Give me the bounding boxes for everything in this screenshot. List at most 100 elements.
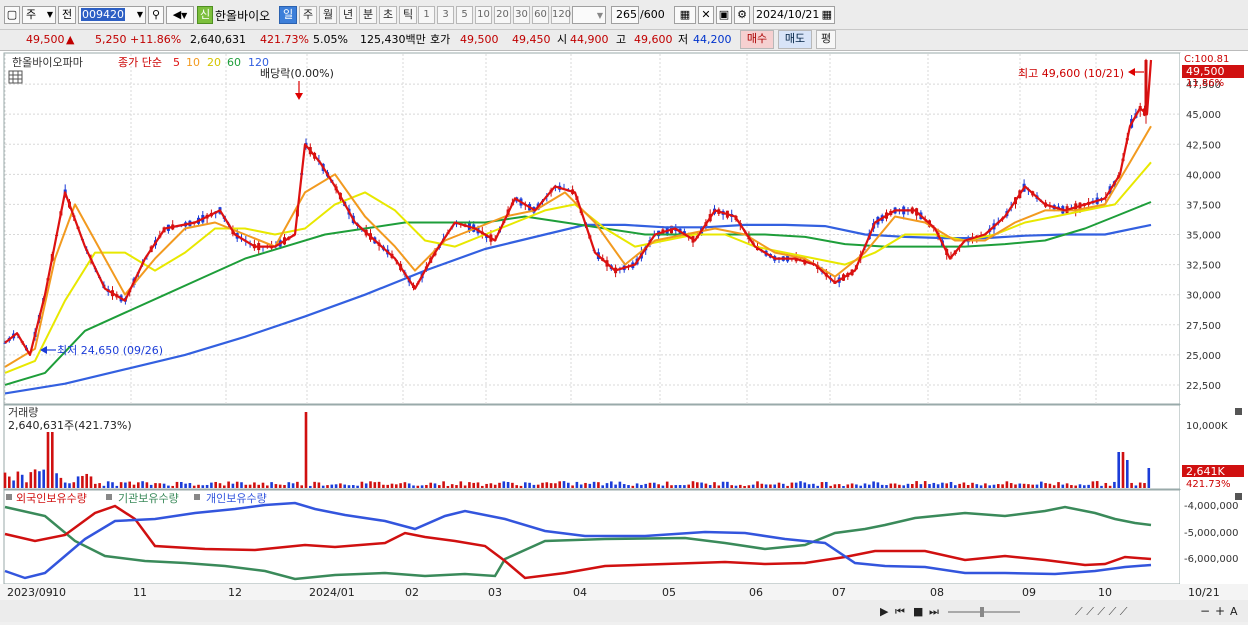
volume-bar [605, 483, 609, 488]
scroll-start-icon[interactable]: ⏮ [895, 605, 905, 618]
volume-bar [76, 476, 80, 488]
chart-svg[interactable]: 한올바이오파마 종가 단순 5 10 20 60 120 배당락(0.00%) … [0, 51, 1248, 622]
volume-bar [231, 483, 235, 488]
volume-close-icon[interactable] [1235, 408, 1242, 415]
volume-bar [786, 485, 789, 488]
period-minute[interactable]: 분 [359, 6, 377, 24]
volume-bar [1138, 482, 1142, 488]
period-month[interactable]: 월 [319, 6, 337, 24]
volume-bar [25, 482, 28, 488]
gear-icon[interactable]: ⚙ [734, 6, 750, 24]
volume-bar [975, 484, 979, 488]
volume-bar [601, 485, 604, 488]
volume-bar [1009, 483, 1013, 488]
interval-3[interactable]: 3 [437, 6, 454, 24]
zoom-out-icon[interactable]: − [1200, 604, 1210, 618]
interval-5[interactable]: 5 [456, 6, 473, 24]
count-input[interactable]: 265 [611, 6, 639, 24]
table-icon[interactable] [8, 70, 23, 84]
volume-bar [928, 484, 931, 488]
interval-30[interactable]: 30 [513, 6, 530, 24]
interval-120[interactable]: 120 [551, 6, 571, 24]
scroll-end-icon[interactable]: ⏭ [929, 605, 939, 618]
volume-bar [141, 481, 144, 488]
volume-bar [536, 484, 540, 488]
drawing-tools-icon[interactable]: ⟋ ⟋ ⟋ ⟋ ⟋ [1075, 605, 1128, 618]
volume-bar [506, 481, 510, 488]
volume-bar [575, 481, 579, 488]
period-week[interactable]: 주 [299, 6, 317, 24]
volume-bar [128, 481, 131, 488]
font-size-icon[interactable]: A [1230, 605, 1238, 618]
volume-bar [29, 472, 33, 488]
volume-bar [635, 483, 639, 488]
period-second[interactable]: 초 [379, 6, 397, 24]
zoom-slider-handle[interactable] [980, 607, 984, 617]
compare-icon[interactable]: ▦ [674, 6, 696, 24]
holding-close-icon[interactable] [1235, 493, 1242, 500]
volume-bar [343, 484, 346, 488]
volume-panel-title: 거래량 [8, 406, 38, 419]
ma-label: 종가 단순 [118, 56, 162, 69]
speaker-menu-icon[interactable]: ◀▼ [166, 6, 194, 24]
volume-bar [739, 484, 742, 488]
volume-bar [162, 483, 166, 488]
volume-bar [106, 481, 110, 488]
volume-bar [137, 482, 140, 488]
stock-code-input[interactable]: 009420 ▼ [78, 6, 146, 24]
volume-bar [291, 483, 295, 488]
volume-bar [296, 481, 299, 488]
volume-bar [63, 482, 67, 488]
volume-bar [145, 482, 149, 488]
stop-icon[interactable]: ■ [913, 605, 923, 618]
volume-ratio: 421.73% [260, 33, 309, 46]
date-input[interactable]: 2024/10/21 ▦ [753, 6, 835, 24]
sell-button[interactable]: 매도 [778, 30, 812, 49]
volume-bar [244, 484, 248, 488]
volume-bar [16, 471, 20, 488]
volume-bar [81, 475, 84, 488]
volume-bar [455, 485, 458, 488]
x-axis-label: 10 [52, 586, 66, 599]
volume-bar [726, 481, 729, 488]
volume-bar [610, 481, 613, 488]
period-tick[interactable]: 틱 [399, 6, 417, 24]
volume-bar [98, 483, 101, 488]
interval-20[interactable]: 20 [494, 6, 511, 24]
period-year[interactable]: 년 [339, 6, 357, 24]
period-day[interactable]: 일 [279, 6, 297, 24]
search-icon[interactable]: ⚲ [148, 6, 164, 24]
volume-bar [339, 483, 342, 488]
scroll-next-icon[interactable]: ▶ [880, 605, 889, 618]
volume-bar [1057, 482, 1060, 488]
interval-60[interactable]: 60 [532, 6, 549, 24]
market-type-select[interactable]: 주 ▼ [22, 6, 56, 24]
volume-bar [597, 482, 600, 488]
volume-bar [489, 483, 493, 488]
volume-bar [592, 481, 596, 488]
volume-bar [201, 485, 205, 488]
interval-1[interactable]: 1 [418, 6, 435, 24]
volume-bar [799, 481, 802, 488]
volume-bar [923, 481, 927, 488]
volume-bar [807, 484, 811, 488]
volume-bar [549, 483, 553, 488]
volume-bar [94, 483, 97, 488]
volume-bar [356, 485, 359, 488]
save-icon[interactable]: ▣ [716, 6, 732, 24]
interval-custom-select[interactable]: ▼ [572, 6, 606, 24]
volume-bar [782, 483, 785, 488]
x-axis-label: 06 [749, 586, 763, 599]
volume-bar [558, 481, 561, 488]
volume-bar [846, 484, 850, 488]
volume-bar [532, 484, 536, 488]
cross-icon[interactable]: ✕ [698, 6, 714, 24]
volume-bar [248, 484, 252, 488]
interval-10[interactable]: 10 [475, 6, 492, 24]
calendar-icon[interactable]: ▦ [822, 7, 832, 23]
buy-button[interactable]: 매수 [740, 30, 774, 49]
full-label[interactable]: 전 [58, 6, 76, 24]
eval-button[interactable]: 평 [816, 30, 836, 49]
window-menu-icon[interactable]: ▢ [4, 6, 20, 24]
zoom-in-icon[interactable]: + [1215, 604, 1225, 618]
